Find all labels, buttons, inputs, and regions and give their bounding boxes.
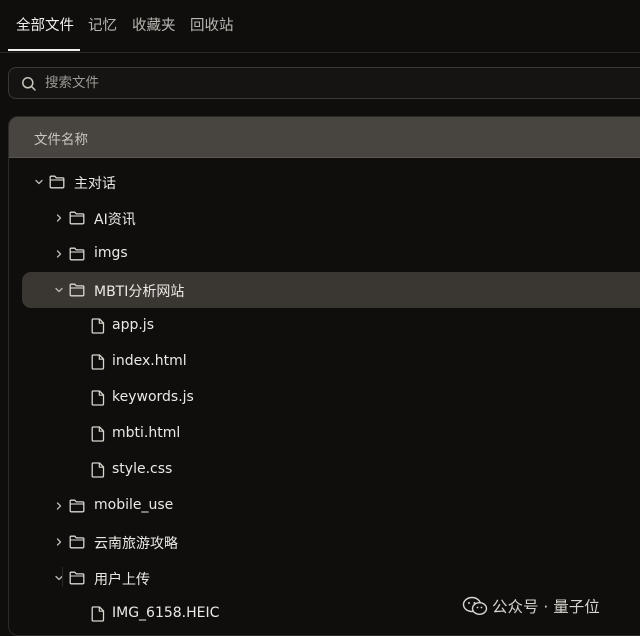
- folder-name: MBTI分析网站: [94, 284, 185, 300]
- file-row[interactable]: style.css: [9, 452, 640, 488]
- tab-favorites[interactable]: 收藏夹: [132, 14, 176, 35]
- tab-memory[interactable]: 记忆: [88, 14, 117, 35]
- file-icon: [91, 462, 105, 478]
- file-tree-panel: 文件名称 主对话 AI资讯 imgs MBTI分析网站 app.js index.html…: [8, 116, 640, 636]
- folder-name: mobile_use: [94, 497, 174, 513]
- file-name: mbti.html: [112, 425, 181, 441]
- chevron-down-icon[interactable]: [34, 177, 44, 187]
- file-icon: [91, 318, 105, 334]
- folder-name: imgs: [94, 245, 128, 261]
- folder-icon: [69, 535, 85, 549]
- folder-row[interactable]: mobile_use: [9, 488, 640, 524]
- chevron-right-icon[interactable]: [54, 249, 64, 259]
- search-input[interactable]: [45, 68, 605, 98]
- file-row[interactable]: app.js: [9, 308, 640, 344]
- folder-icon: [69, 571, 85, 585]
- folder-name: 主对话: [74, 176, 116, 192]
- search-box[interactable]: [8, 67, 640, 99]
- file-name: style.css: [112, 461, 173, 477]
- tab-all-files[interactable]: 全部文件: [16, 14, 74, 35]
- file-name: index.html: [112, 353, 187, 369]
- folder-icon: [69, 499, 85, 513]
- search-icon: [22, 77, 36, 91]
- folder-icon: [49, 175, 65, 189]
- folder-row[interactable]: MBTI分析网站: [22, 272, 640, 308]
- chevron-right-icon[interactable]: [54, 501, 64, 511]
- file-icon: [91, 606, 105, 622]
- file-row[interactable]: keywords.js: [9, 380, 640, 416]
- watermark-text: 公众号 · 量子位: [492, 598, 600, 616]
- chevron-right-icon[interactable]: [54, 537, 64, 547]
- folder-name: 用户上传: [94, 572, 150, 588]
- tree-guide-line: [62, 567, 63, 587]
- active-tab-indicator: [8, 49, 80, 51]
- file-row[interactable]: mbti.html: [9, 416, 640, 452]
- folder-name: 云南旅游攻略: [94, 536, 178, 552]
- folder-row[interactable]: imgs: [9, 236, 640, 272]
- folder-icon: [69, 211, 85, 225]
- chevron-down-icon[interactable]: [54, 285, 64, 295]
- tab-bar: 全部文件 记忆 收藏夹 回收站: [0, 0, 640, 53]
- tab-recycle-bin[interactable]: 回收站: [190, 14, 234, 35]
- folder-row[interactable]: 用户上传: [9, 560, 640, 596]
- folder-name: AI资讯: [94, 212, 136, 228]
- file-name: keywords.js: [112, 389, 194, 405]
- folder-row[interactable]: 主对话: [9, 164, 640, 200]
- file-icon: [91, 426, 105, 442]
- column-header-label: 文件名称: [34, 132, 88, 148]
- file-icon: [91, 354, 105, 370]
- file-icon: [91, 390, 105, 406]
- folder-icon: [69, 247, 85, 261]
- file-name-column-header: 文件名称: [9, 117, 640, 158]
- file-row[interactable]: index.html: [9, 344, 640, 380]
- file-name: IMG_6158.HEIC: [112, 605, 220, 621]
- folder-row[interactable]: 云南旅游攻略: [9, 524, 640, 560]
- wechat-icon: [462, 596, 488, 616]
- folder-row[interactable]: AI资讯: [9, 200, 640, 236]
- file-name: app.js: [112, 317, 154, 333]
- chevron-right-icon[interactable]: [54, 213, 64, 223]
- folder-icon: [69, 283, 85, 297]
